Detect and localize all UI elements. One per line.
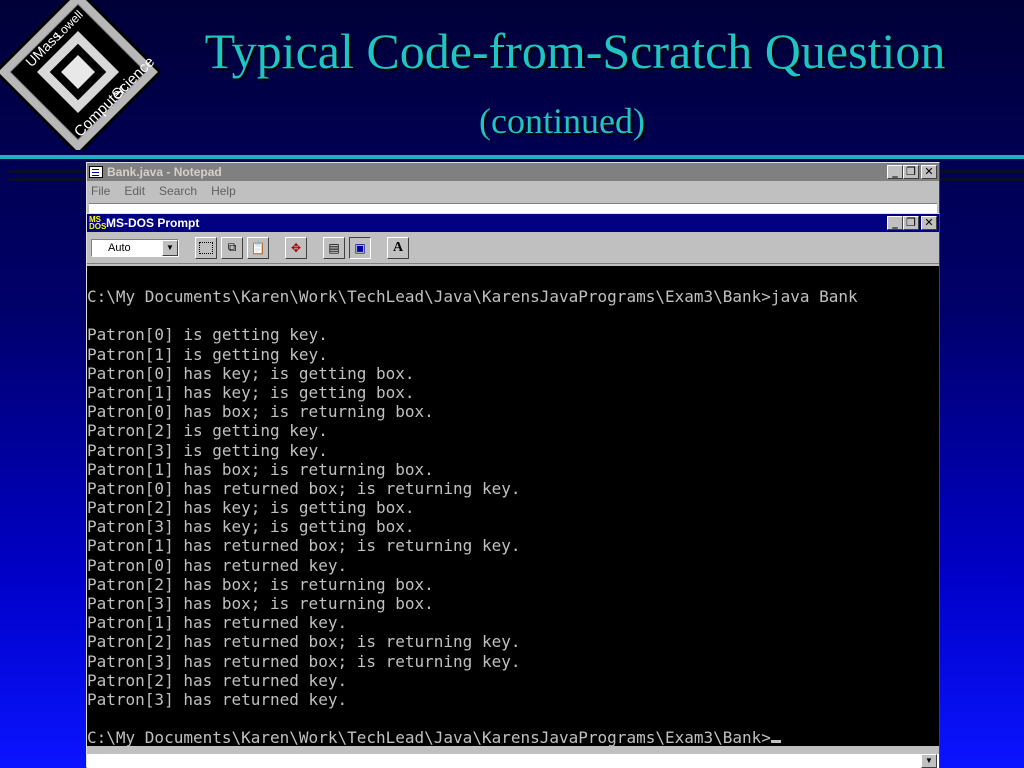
background-icon: ▣ [354, 240, 366, 255]
terminal-line: Patron[3] has returned box; is returning… [87, 651, 521, 671]
notepad-titlebar[interactable]: Bank.java - Notepad _ ❐ ✕ [87, 163, 939, 181]
msdos-window[interactable]: MS DOS MS-DOS Prompt _ ❐ ✕ Auto ▼ ⧉ 📋 ✥ … [86, 213, 940, 768]
chevron-down-icon[interactable]: ▼ [162, 239, 178, 256]
maximize-button[interactable]: ❐ [903, 216, 919, 230]
copy-icon: ⧉ [227, 240, 237, 254]
copy-button[interactable]: ⧉ [221, 236, 243, 259]
decor-line [940, 178, 1024, 181]
terminal-line: Patron[2] has box; is returning box. [87, 574, 434, 594]
font-button[interactable]: A [387, 236, 409, 259]
maximize-button[interactable]: ❐ [903, 165, 919, 179]
terminal-line: C:\My Documents\Karen\Work\TechLead\Java… [87, 287, 858, 306]
terminal-line: Patron[3] has box; is returning box. [87, 594, 434, 613]
menu-search[interactable]: Search [159, 184, 197, 198]
font-size-select[interactable]: Auto ▼ [91, 238, 179, 257]
font-size-value: Auto [108, 241, 131, 254]
decor-line [8, 170, 88, 173]
terminal-prompt: C:\My Documents\Karen\Work\TechLead\Java… [87, 728, 939, 746]
terminal-line: Patron[2] is getting key. [87, 421, 328, 441]
paste-button[interactable]: 📋 [247, 236, 269, 259]
terminal-line: Patron[2] has key; is getting box. [87, 498, 415, 518]
mark-icon [199, 241, 213, 254]
terminal-line: Patron[3] has key; is getting box. [87, 517, 415, 537]
terminal-line: Patron[1] has box; is returning box. [87, 459, 434, 479]
msdos-toolbar: Auto ▼ ⧉ 📋 ✥ ▤ ▣ A [87, 232, 939, 264]
decor-line [940, 170, 1024, 173]
terminal-line: Patron[0] has returned key. [87, 555, 348, 575]
terminal-line: Patron[2] has returned box; is returning… [87, 632, 521, 652]
terminal-line: Patron[0] is getting key. [87, 325, 328, 345]
slide-subtitle: (continued) [479, 101, 645, 141]
terminal-line: Patron[3] is getting key. [87, 440, 328, 460]
menu-edit[interactable]: Edit [124, 184, 145, 198]
notepad-icon [89, 166, 103, 178]
terminal-line: Patron[1] has key; is getting box. [87, 382, 415, 402]
terminal-line: Patron[2] has returned key. [87, 670, 348, 690]
terminal-line: Patron[0] has returned box; is returning… [87, 478, 521, 498]
decor-line [8, 178, 88, 181]
terminal-line: Patron[3] has returned key. [87, 689, 348, 709]
menu-file[interactable]: File [91, 184, 110, 198]
font-icon: A [392, 239, 404, 255]
msdos-icon: MS DOS [89, 215, 107, 231]
terminal-line: Patron[0] has box; is returning box. [87, 402, 434, 422]
msdos-title: MS-DOS Prompt [106, 216, 200, 230]
terminal-line: Patron[1] is getting key. [87, 344, 328, 364]
horizontal-scrollbar[interactable] [87, 754, 939, 768]
notepad-title: Bank.java - Notepad [107, 165, 222, 179]
prompt-text: C:\My Documents\Karen\Work\TechLead\Java… [87, 728, 771, 746]
slide-title: Typical Code-from-Scratch Question [204, 23, 946, 79]
background-button[interactable]: ▣ [349, 236, 371, 259]
close-button[interactable]: ✕ [921, 165, 937, 179]
notepad-menubar: File Edit Search Help [87, 181, 939, 199]
minimize-button[interactable]: _ [887, 216, 903, 230]
paste-icon: 📋 [250, 240, 266, 255]
mark-button[interactable] [195, 236, 217, 259]
scroll-down-button[interactable]: ▼ [921, 754, 937, 768]
terminal-line: Patron[1] has returned box; is returning… [87, 536, 521, 556]
title-divider [0, 155, 1024, 159]
menu-help[interactable]: Help [211, 184, 236, 198]
msdos-titlebar[interactable]: MS DOS MS-DOS Prompt _ ❐ ✕ [87, 214, 939, 232]
terminal-line: Patron[1] has returned key. [87, 613, 348, 633]
properties-button[interactable]: ▤ [323, 236, 345, 259]
close-button[interactable]: ✕ [921, 216, 937, 230]
fullscreen-button[interactable]: ✥ [285, 236, 307, 259]
terminal-output[interactable]: C:\My Documents\Karen\Work\TechLead\Java… [87, 266, 939, 746]
properties-icon: ▤ [328, 240, 340, 255]
minimize-button[interactable]: _ [887, 165, 903, 179]
fullscreen-icon: ✥ [290, 240, 302, 255]
text-cursor [770, 740, 781, 744]
terminal-line: Patron[0] has key; is getting box. [87, 363, 415, 383]
notepad-window[interactable]: Bank.java - Notepad _ ❐ ✕ File Edit Sear… [86, 162, 940, 218]
